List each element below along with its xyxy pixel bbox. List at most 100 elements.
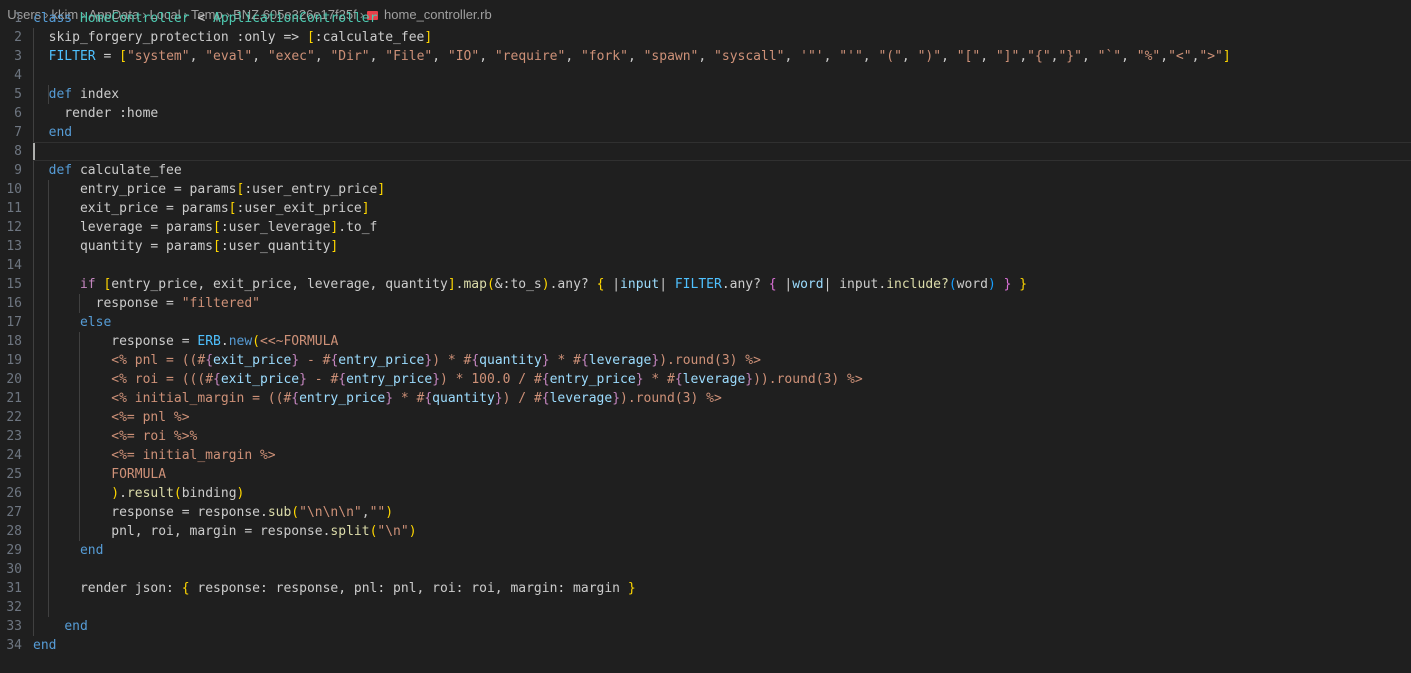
code-line-text: else — [79, 315, 112, 330]
code-line-text: end — [79, 543, 104, 558]
line-number-gutter[interactable]: 1 2 3 4 5 6 7 8 9 10 11 12 13 14 15 16 17 18 19 20 21 22 23 24 2… — [0, 9, 24, 655]
line-number[interactable]: 21 — [0, 389, 24, 408]
line-number[interactable]: 14 — [0, 256, 24, 275]
code-line-text: render json: { response: response, pnl: … — [33, 581, 636, 596]
code-line-text: end — [33, 638, 57, 653]
text-cursor — [33, 143, 35, 160]
code-line[interactable]: ).result(binding) — [33, 484, 1411, 503]
code-line-text: end — [64, 619, 88, 634]
code-line-text: class HomeController < ApplicationContro… — [33, 11, 378, 26]
line-number[interactable]: 12 — [0, 218, 24, 237]
code-line-text: if [entry_price, exit_price, leverage, q… — [79, 277, 1028, 292]
code-line-text: <% pnl = ((#{exit_price} - #{entry_price… — [33, 353, 761, 368]
code-line-text: pnl, roi, margin = response.split("\n") — [33, 524, 417, 539]
line-number[interactable]: 33 — [0, 617, 24, 636]
line-number[interactable]: 23 — [0, 427, 24, 446]
line-number[interactable]: 20 — [0, 370, 24, 389]
code-line[interactable]: pnl, roi, margin = response.split("\n") — [33, 522, 1411, 541]
code-line[interactable]: FILTER = ["system", "eval", "exec", "Dir… — [33, 47, 1411, 66]
code-line-text: skip_forgery_protection :only => [:calcu… — [33, 30, 433, 45]
code-line-text: exit_price = params[:user_exit_price] — [33, 201, 370, 216]
line-number[interactable]: 3 — [0, 47, 24, 66]
code-line[interactable] — [33, 598, 1411, 617]
line-number[interactable]: 7 — [0, 123, 24, 142]
line-number[interactable]: 26 — [0, 484, 24, 503]
code-line-text: def calculate_fee — [48, 163, 182, 178]
code-line[interactable]: response = response.sub("\n\n\n","") — [33, 503, 1411, 522]
line-number[interactable]: 17 — [0, 313, 24, 332]
code-line[interactable]: <% roi = (((#{exit_price} - #{entry_pric… — [33, 370, 1411, 389]
code-line-text: response = ERB.new(<<~FORMULA — [33, 334, 339, 349]
code-line-text: <%= pnl %> — [33, 410, 190, 425]
line-number[interactable]: 11 — [0, 199, 24, 218]
line-number[interactable]: 31 — [0, 579, 24, 598]
code-line[interactable]: exit_price = params[:user_exit_price] — [33, 199, 1411, 218]
code-line[interactable]: <% pnl = ((#{exit_price} - #{entry_price… — [33, 351, 1411, 370]
code-line[interactable]: class HomeController < ApplicationContro… — [33, 9, 1411, 28]
code-editor[interactable]: class HomeController < ApplicationContro… — [33, 9, 1411, 655]
code-line[interactable]: <%= initial_margin %> — [33, 446, 1411, 465]
code-line-text: FILTER = ["system", "eval", "exec", "Dir… — [48, 49, 1231, 64]
code-line-text: response = "filtered" — [33, 296, 260, 311]
line-number[interactable]: 22 — [0, 408, 24, 427]
code-line[interactable] — [33, 142, 1411, 161]
code-line[interactable]: <% initial_margin = ((#{entry_price} * #… — [33, 389, 1411, 408]
code-line-text: <% initial_margin = ((#{entry_price} * #… — [33, 391, 722, 406]
code-line[interactable] — [33, 256, 1411, 275]
code-line[interactable]: end — [33, 123, 1411, 142]
line-number[interactable]: 32 — [0, 598, 24, 617]
code-line-text: end — [48, 125, 73, 140]
code-line[interactable]: <%= roi %>% — [33, 427, 1411, 446]
line-number[interactable]: 30 — [0, 560, 24, 579]
code-line-text: ).result(binding) — [111, 486, 245, 501]
code-line[interactable]: response = "filtered" — [33, 294, 1411, 313]
code-line-text: <%= initial_margin %> — [33, 448, 276, 463]
line-number[interactable]: 25 — [0, 465, 24, 484]
code-line[interactable]: if [entry_price, exit_price, leverage, q… — [33, 275, 1411, 294]
code-line[interactable]: end — [33, 636, 1411, 655]
code-line-text: <% roi = (((#{exit_price} - #{entry_pric… — [33, 372, 863, 387]
line-number[interactable]: 29 — [0, 541, 24, 560]
line-number[interactable]: 6 — [0, 104, 24, 123]
code-line-text: entry_price = params[:user_entry_price] — [33, 182, 386, 197]
line-number[interactable]: 27 — [0, 503, 24, 522]
code-line-text: FORMULA — [33, 467, 167, 482]
code-line[interactable] — [33, 66, 1411, 85]
line-number[interactable]: 9 — [0, 161, 24, 180]
code-line[interactable] — [33, 560, 1411, 579]
line-number[interactable]: 15 — [0, 275, 24, 294]
code-line[interactable]: render json: { response: response, pnl: … — [33, 579, 1411, 598]
line-number[interactable]: 28 — [0, 522, 24, 541]
code-line-text: render :home — [33, 106, 159, 121]
line-number[interactable]: 18 — [0, 332, 24, 351]
line-number[interactable]: 13 — [0, 237, 24, 256]
breadcrumb[interactable]: Users › kkim › AppData › Local › Temp › BNZ.605e32… — [0, 0, 491, 22]
code-line[interactable]: response = ERB.new(<<~FORMULA — [33, 332, 1411, 351]
code-line[interactable]: def index — [33, 85, 1411, 104]
line-number[interactable]: 34 — [0, 636, 24, 655]
line-number[interactable]: 2 — [0, 28, 24, 47]
line-number[interactable]: 19 — [0, 351, 24, 370]
code-line[interactable]: FORMULA — [33, 465, 1411, 484]
code-line[interactable]: render :home — [33, 104, 1411, 123]
code-line[interactable]: end — [33, 541, 1411, 560]
code-line-text: response = response.sub("\n\n\n","") — [33, 505, 394, 520]
code-line[interactable]: skip_forgery_protection :only => [:calcu… — [33, 28, 1411, 47]
code-line[interactable]: end — [33, 617, 1411, 636]
code-line[interactable]: else — [33, 313, 1411, 332]
line-number[interactable]: 16 — [0, 294, 24, 313]
line-number[interactable]: 4 — [0, 66, 24, 85]
code-line-text: <%= roi %>% — [33, 429, 198, 444]
code-line-text: def index — [48, 87, 120, 102]
code-line[interactable]: def calculate_fee — [33, 161, 1411, 180]
line-number[interactable]: 5 — [0, 85, 24, 104]
line-number[interactable]: 1 — [0, 9, 24, 28]
line-number[interactable]: 10 — [0, 180, 24, 199]
line-number[interactable]: 8 — [0, 142, 24, 161]
code-line[interactable]: leverage = params[:user_leverage].to_f — [33, 218, 1411, 237]
code-line[interactable]: entry_price = params[:user_entry_price] — [33, 180, 1411, 199]
code-line[interactable]: quantity = params[:user_quantity] — [33, 237, 1411, 256]
code-line-text: quantity = params[:user_quantity] — [33, 239, 339, 254]
line-number[interactable]: 24 — [0, 446, 24, 465]
code-line[interactable]: <%= pnl %> — [33, 408, 1411, 427]
